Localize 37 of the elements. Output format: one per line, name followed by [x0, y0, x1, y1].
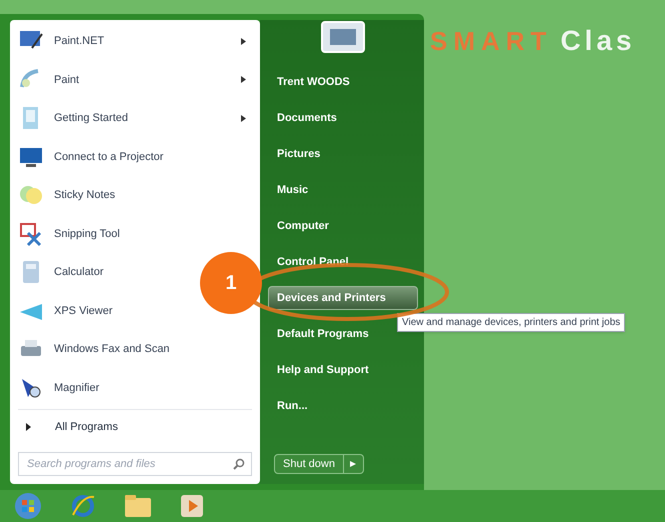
- program-item[interactable]: Paint.NET: [16, 22, 254, 60]
- shut-down-options-button[interactable]: [344, 454, 364, 474]
- all-programs-item[interactable]: All Programs: [18, 410, 252, 444]
- menu-item[interactable]: Computer: [268, 214, 418, 238]
- menu-item[interactable]: Help and Support: [268, 358, 418, 382]
- submenu-arrow-icon: [241, 76, 246, 84]
- shut-down-button[interactable]: Shut down: [274, 454, 344, 474]
- logo-text: SMART: [430, 25, 552, 58]
- menu-item[interactable]: Pictures: [268, 142, 418, 166]
- program-item[interactable]: Connect to a Projector: [16, 138, 170, 176]
- menu-item[interactable]: Devices and Printers: [268, 286, 418, 310]
- logo-text: Clas: [560, 24, 636, 58]
- menu-item[interactable]: Documents: [268, 106, 418, 130]
- submenu-arrow-icon: [241, 114, 246, 122]
- menu-item[interactable]: Music: [268, 178, 418, 202]
- program-item[interactable]: Paint: [16, 60, 254, 99]
- picture-frame-icon: [320, 20, 366, 54]
- arrow-icon: [26, 423, 31, 431]
- program-item[interactable]: Snipping Tool: [16, 214, 126, 253]
- tooltip: View and manage devices, printers and print jobs: [397, 313, 626, 332]
- program-item[interactable]: XPS Viewer: [16, 292, 118, 330]
- program-item[interactable]: Magnifier: [16, 368, 106, 407]
- program-item[interactable]: Sticky Notes: [16, 176, 122, 214]
- caret-icon: [350, 461, 356, 467]
- program-icon: [18, 220, 44, 247]
- menu-item[interactable]: Trent WOODS: [268, 70, 418, 94]
- browser-icon[interactable]: [70, 493, 96, 519]
- submenu-arrow-icon: [241, 38, 246, 45]
- search-field[interactable]: Search programs and files: [18, 452, 252, 476]
- menu-item[interactable]: Run...: [268, 394, 418, 418]
- folder-icon[interactable]: [124, 494, 152, 518]
- media-player-icon[interactable]: [180, 494, 204, 518]
- start-orb-icon[interactable]: [14, 492, 42, 520]
- search-icon: [233, 458, 245, 470]
- program-item[interactable]: Getting Started: [16, 99, 254, 138]
- program-item[interactable]: Windows Fax and Scan: [16, 330, 176, 368]
- program-item[interactable]: Calculator: [16, 253, 110, 292]
